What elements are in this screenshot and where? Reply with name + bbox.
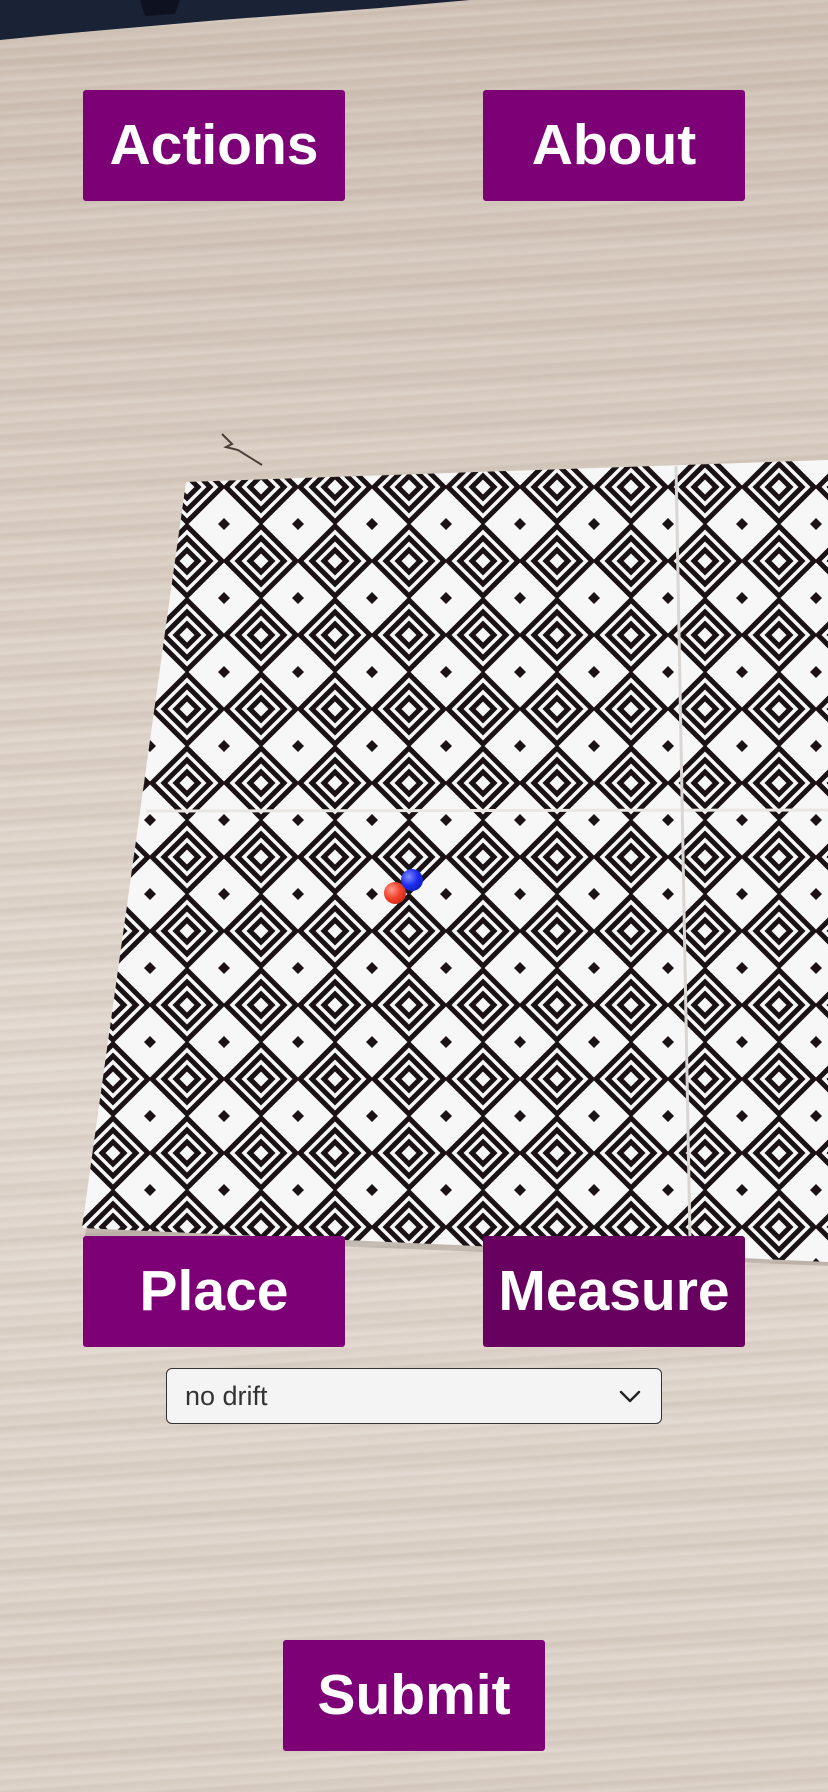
patterned-mat [82, 433, 828, 1266]
drift-select[interactable]: no drift [166, 1368, 662, 1424]
actions-button[interactable]: Actions [83, 90, 345, 201]
place-button[interactable]: Place [83, 1236, 345, 1347]
blue-marker [401, 869, 423, 891]
measure-button[interactable]: Measure [483, 1236, 745, 1347]
about-button[interactable]: About [483, 90, 745, 201]
camera-feed [0, 0, 828, 1792]
chevron-down-icon [619, 1390, 641, 1403]
submit-button[interactable]: Submit [283, 1640, 545, 1751]
drift-select-value: no drift [185, 1381, 268, 1411]
